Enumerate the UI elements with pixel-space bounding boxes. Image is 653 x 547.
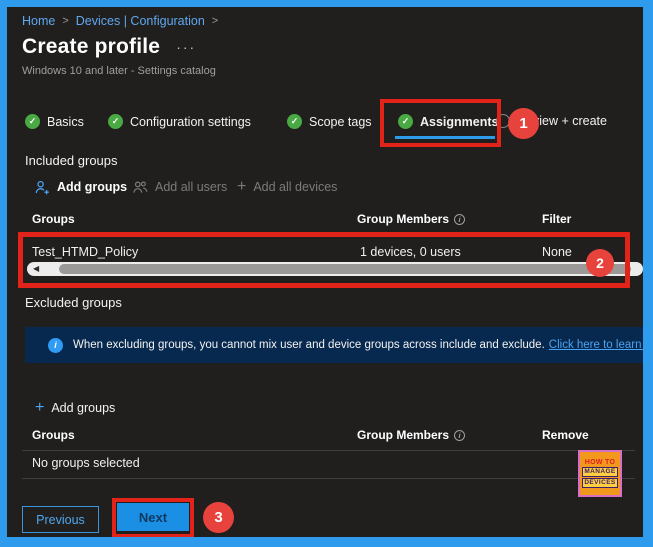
plus-icon: + bbox=[237, 180, 246, 194]
htmd-logo-how-to: HOW TO bbox=[585, 459, 615, 466]
info-icon[interactable]: i bbox=[454, 430, 465, 441]
previous-button[interactable]: Previous bbox=[22, 506, 99, 533]
excluded-col-remove: Remove bbox=[542, 428, 589, 442]
info-banner-text: When excluding groups, you cannot mix us… bbox=[73, 339, 545, 351]
screenshot-frame: Home > Devices | Configuration > Create … bbox=[0, 0, 653, 547]
breadcrumb-home-link[interactable]: Home bbox=[22, 14, 55, 28]
tab-configuration-settings-label: Configuration settings bbox=[130, 115, 251, 129]
page-subtitle: Windows 10 and later - Settings catalog bbox=[22, 65, 216, 77]
add-all-users-button[interactable]: Add all users bbox=[133, 178, 227, 196]
info-icon: i bbox=[48, 338, 63, 353]
htmd-logo-devices: DEVICES bbox=[582, 478, 617, 488]
htmd-logo: HOW TO MANAGE DEVICES bbox=[578, 450, 622, 497]
tab-basics[interactable]: ✓ Basics bbox=[25, 114, 84, 129]
tab-configuration-settings[interactable]: ✓ Configuration settings bbox=[108, 114, 251, 129]
create-profile-page: Home > Devices | Configuration > Create … bbox=[7, 7, 643, 537]
info-icon[interactable]: i bbox=[454, 214, 465, 225]
breadcrumb-devices-configuration-link[interactable]: Devices | Configuration bbox=[76, 14, 205, 28]
filter-cell: None bbox=[542, 245, 572, 259]
annotation-box-group-row bbox=[18, 232, 630, 288]
add-all-devices-button[interactable]: + Add all devices bbox=[237, 178, 337, 196]
plus-icon: + bbox=[35, 401, 44, 415]
excluded-add-groups-label: Add groups bbox=[51, 401, 115, 415]
included-col-group-members: Group Members i bbox=[357, 212, 465, 226]
group-members-cell: 1 devices, 0 users bbox=[360, 245, 461, 259]
check-icon: ✓ bbox=[108, 114, 123, 129]
no-groups-selected-text: No groups selected bbox=[32, 456, 140, 470]
tab-assignments-label: Assignments bbox=[420, 115, 499, 129]
tab-scope-tags-label: Scope tags bbox=[309, 115, 372, 129]
included-col-group-members-label: Group Members bbox=[357, 212, 449, 226]
included-col-filter: Filter bbox=[542, 212, 571, 226]
context-menu-ellipsis-icon[interactable]: ··· bbox=[176, 39, 196, 55]
group-name-cell: Test_HTMD_Policy bbox=[32, 245, 138, 259]
users-icon bbox=[133, 180, 148, 195]
excluded-add-groups-button[interactable]: + Add groups bbox=[35, 399, 115, 417]
scroll-left-arrow-icon[interactable]: ◀ bbox=[33, 264, 39, 273]
excluded-groups-heading: Excluded groups bbox=[25, 295, 122, 310]
page-title: Create profile bbox=[22, 35, 160, 59]
page-header: Create profile ··· bbox=[22, 35, 196, 59]
breadcrumb-separator: > bbox=[62, 15, 68, 27]
next-button[interactable]: Next bbox=[117, 503, 189, 531]
add-groups-button[interactable]: Add groups bbox=[35, 178, 127, 196]
htmd-logo-manage: MANAGE bbox=[582, 467, 617, 477]
horizontal-scrollbar[interactable]: ◀ bbox=[27, 262, 643, 276]
breadcrumb-separator: > bbox=[212, 15, 218, 27]
pending-step-icon bbox=[496, 114, 510, 128]
info-banner: i When excluding groups, you cannot mix … bbox=[25, 327, 643, 363]
active-tab-underline bbox=[395, 136, 495, 139]
add-all-devices-label: Add all devices bbox=[253, 180, 337, 194]
check-icon: ✓ bbox=[287, 114, 302, 129]
included-col-groups: Groups bbox=[32, 212, 75, 226]
tab-basics-label: Basics bbox=[47, 115, 84, 129]
included-groups-heading: Included groups bbox=[25, 153, 118, 168]
learn-more-link[interactable]: Click here to learn more abou bbox=[549, 339, 643, 351]
scrollbar-thumb[interactable] bbox=[59, 264, 631, 274]
divider bbox=[22, 478, 635, 479]
tab-assignments[interactable]: ✓ Assignments bbox=[398, 114, 499, 129]
check-icon: ✓ bbox=[25, 114, 40, 129]
tab-review-create-label: Review + create bbox=[517, 114, 607, 128]
divider bbox=[22, 450, 635, 451]
add-groups-label: Add groups bbox=[57, 180, 127, 194]
tab-review-create[interactable]: Review + create bbox=[496, 114, 607, 128]
add-person-icon bbox=[35, 180, 50, 195]
excluded-col-groups: Groups bbox=[32, 428, 75, 442]
add-all-users-label: Add all users bbox=[155, 180, 227, 194]
breadcrumb: Home > Devices | Configuration > bbox=[22, 14, 218, 28]
excluded-col-group-members-label: Group Members bbox=[357, 428, 449, 442]
check-icon: ✓ bbox=[398, 114, 413, 129]
annotation-step-3: 3 bbox=[203, 502, 234, 533]
excluded-col-group-members: Group Members i bbox=[357, 428, 465, 442]
tab-scope-tags[interactable]: ✓ Scope tags bbox=[287, 114, 372, 129]
